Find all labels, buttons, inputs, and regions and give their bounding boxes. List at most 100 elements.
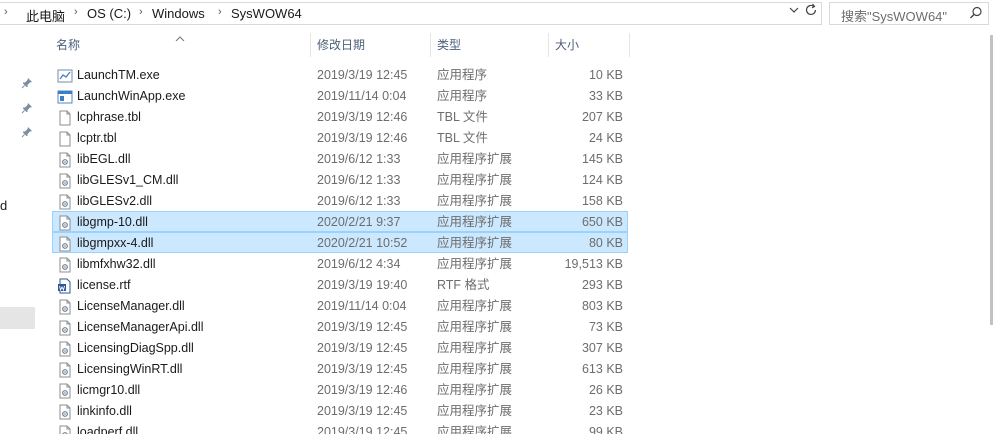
file-size: 307 KB [581, 341, 623, 355]
file-row[interactable]: LicensingWinRT.dll 2019/3/19 12:45 应用程序扩展 6… [52, 358, 628, 379]
file-size: 207 KB [581, 110, 623, 124]
dll-gear-file-icon [57, 299, 73, 315]
breadcrumb-windows[interactable]: Windows [152, 6, 205, 21]
file-name: licmgr10.dll [77, 383, 141, 397]
pin-icon[interactable] [21, 126, 33, 138]
breadcrumb-separator-icon[interactable]: › [139, 6, 143, 18]
file-type: 应用程序 [437, 89, 488, 103]
file-type: 应用程序扩展 [437, 320, 513, 334]
breadcrumb-os-drive[interactable]: OS (C:) [87, 6, 131, 21]
column-header-date[interactable]: 修改日期 [311, 33, 431, 57]
file-size: 73 KB [588, 320, 623, 334]
file-date: 2019/3/19 12:45 [317, 320, 408, 334]
file-name: libgmpxx-4.dll [77, 236, 154, 250]
file-row[interactable]: libgmpxx-4.dll 2020/2/21 10:52 应用程序扩展 80 KB [52, 232, 628, 253]
file-type: 应用程序扩展 [437, 362, 513, 376]
file-row[interactable]: lcptr.tbl 2019/3/19 12:46 TBL 文件 24 KB [52, 127, 628, 148]
file-size: 650 KB [581, 215, 623, 229]
column-header-size-label: 大小 [555, 38, 580, 52]
file-size: 803 KB [581, 299, 623, 313]
nav-item-label[interactable]: d [0, 198, 7, 213]
file-size: 145 KB [581, 152, 623, 166]
file-size: 99 KB [588, 425, 623, 434]
file-row[interactable]: LaunchTM.exe 2019/3/19 12:45 应用程序 10 KB [52, 64, 628, 85]
file-date: 2019/3/19 12:45 [317, 341, 408, 355]
file-row[interactable]: libGLESv1_CM.dll 2019/6/12 1:33 应用程序扩展 124 … [52, 169, 628, 190]
dll-gear-file-icon [57, 173, 73, 189]
app-window-icon [57, 89, 73, 105]
column-header-type[interactable]: 类型 [431, 33, 549, 57]
file-size: 293 KB [581, 278, 623, 292]
file-row[interactable]: LicenseManagerApi.dll 2019/3/19 12:45 应用程序… [52, 316, 628, 337]
file-type: 应用程序扩展 [437, 383, 513, 397]
dll-gear-file-icon [57, 320, 73, 336]
address-history-dropdown-icon[interactable] [787, 4, 801, 20]
dll-gear-file-icon [57, 404, 73, 420]
file-type: 应用程序扩展 [437, 173, 513, 187]
pin-icon[interactable] [21, 102, 33, 114]
file-name: LicensingDiagSpp.dll [77, 341, 194, 355]
file-row[interactable]: libmfxhw32.dll 2019/6/12 4:34 应用程序扩展 19,513… [52, 253, 628, 274]
file-date: 2020/2/21 10:52 [317, 236, 408, 250]
file-name: lcphrase.tbl [77, 110, 141, 124]
file-size: 124 KB [581, 173, 623, 187]
file-size: 33 KB [588, 89, 623, 103]
search-icon[interactable] [968, 5, 984, 21]
dll-gear-file-icon [57, 236, 73, 252]
app-chart-icon [57, 68, 73, 84]
file-size: 24 KB [588, 131, 623, 145]
breadcrumb-separator-icon[interactable]: › [218, 6, 222, 18]
address-bar: › 此电脑 › OS (C:) › Windows › SysWOW64 搜索"… [0, 0, 995, 27]
file-name: linkinfo.dll [77, 404, 132, 418]
breadcrumb-this-pc[interactable]: 此电脑 [26, 6, 65, 25]
pin-icon[interactable] [21, 77, 33, 89]
file-type: 应用程序扩展 [437, 215, 513, 229]
scrollbar-thumb[interactable] [990, 35, 993, 325]
file-name: LaunchWinApp.exe [77, 89, 186, 103]
nav-item-selected[interactable] [0, 307, 35, 329]
file-row[interactable]: LicensingDiagSpp.dll 2019/3/19 12:45 应用程序扩… [52, 337, 628, 358]
column-header-size[interactable]: 大小 [549, 33, 630, 57]
vertical-scrollbar[interactable] [988, 35, 995, 434]
file-name: LicensingWinRT.dll [77, 362, 183, 376]
dll-gear-file-icon [57, 257, 73, 273]
file-name: LaunchTM.exe [77, 68, 160, 82]
file-date: 2019/6/12 4:34 [317, 257, 401, 271]
file-size: 10 KB [588, 68, 623, 82]
file-row[interactable]: license.rtf 2019/3/19 19:40 RTF 格式 293 KB [52, 274, 628, 295]
refresh-icon[interactable] [803, 3, 819, 20]
file-row[interactable]: lcphrase.tbl 2019/3/19 12:46 TBL 文件 207 KB [52, 106, 628, 127]
file-date: 2020/2/21 9:37 [317, 215, 401, 229]
file-type: 应用程序扩展 [437, 404, 513, 418]
breadcrumb-separator-icon[interactable]: › [74, 6, 78, 18]
file-type: 应用程序 [437, 68, 488, 82]
address-box[interactable]: › 此电脑 › OS (C:) › Windows › SysWOW64 [0, 2, 822, 25]
file-type: 应用程序扩展 [437, 236, 513, 250]
sort-ascending-icon [175, 29, 185, 53]
file-date: 2019/6/12 1:33 [317, 194, 401, 208]
search-input[interactable]: 搜索"SysWOW64" [829, 2, 989, 25]
file-date: 2019/3/19 12:45 [317, 362, 408, 376]
file-row[interactable]: LicenseManager.dll 2019/11/14 0:04 应用程序扩展 8… [52, 295, 628, 316]
dll-gear-file-icon [57, 362, 73, 378]
file-date: 2019/3/19 12:45 [317, 68, 408, 82]
file-row[interactable]: linkinfo.dll 2019/3/19 12:45 应用程序扩展 23 KB [52, 400, 628, 421]
file-size: 158 KB [581, 194, 623, 208]
file-row[interactable]: LaunchWinApp.exe 2019/11/14 0:04 应用程序 33 KB [52, 85, 628, 106]
breadcrumb-syswow64[interactable]: SysWOW64 [231, 6, 302, 21]
file-name: libmfxhw32.dll [77, 257, 156, 271]
file-type: 应用程序扩展 [437, 194, 513, 208]
file-date: 2019/3/19 12:46 [317, 383, 408, 397]
file-row[interactable]: libgmp-10.dll 2020/2/21 9:37 应用程序扩展 650 KB [52, 211, 628, 232]
file-row[interactable]: libEGL.dll 2019/6/12 1:33 应用程序扩展 145 KB [52, 148, 628, 169]
column-header-name[interactable]: 名称 [50, 33, 311, 57]
file-type: TBL 文件 [437, 110, 488, 124]
file-date: 2019/11/14 0:04 [317, 299, 407, 313]
file-row[interactable]: licmgr10.dll 2019/3/19 12:46 应用程序扩展 26 KB [52, 379, 628, 400]
breadcrumb-separator-icon[interactable]: › [4, 6, 8, 18]
file-type: 应用程序扩展 [437, 425, 513, 434]
file-name: LicenseManagerApi.dll [77, 320, 204, 334]
file-row[interactable]: libGLESv2.dll 2019/6/12 1:33 应用程序扩展 158 KB [52, 190, 628, 211]
navigation-pane: d [0, 27, 40, 434]
file-row[interactable]: loadperf.dll 2019/3/19 12:45 应用程序扩展 99 KB [52, 421, 628, 434]
